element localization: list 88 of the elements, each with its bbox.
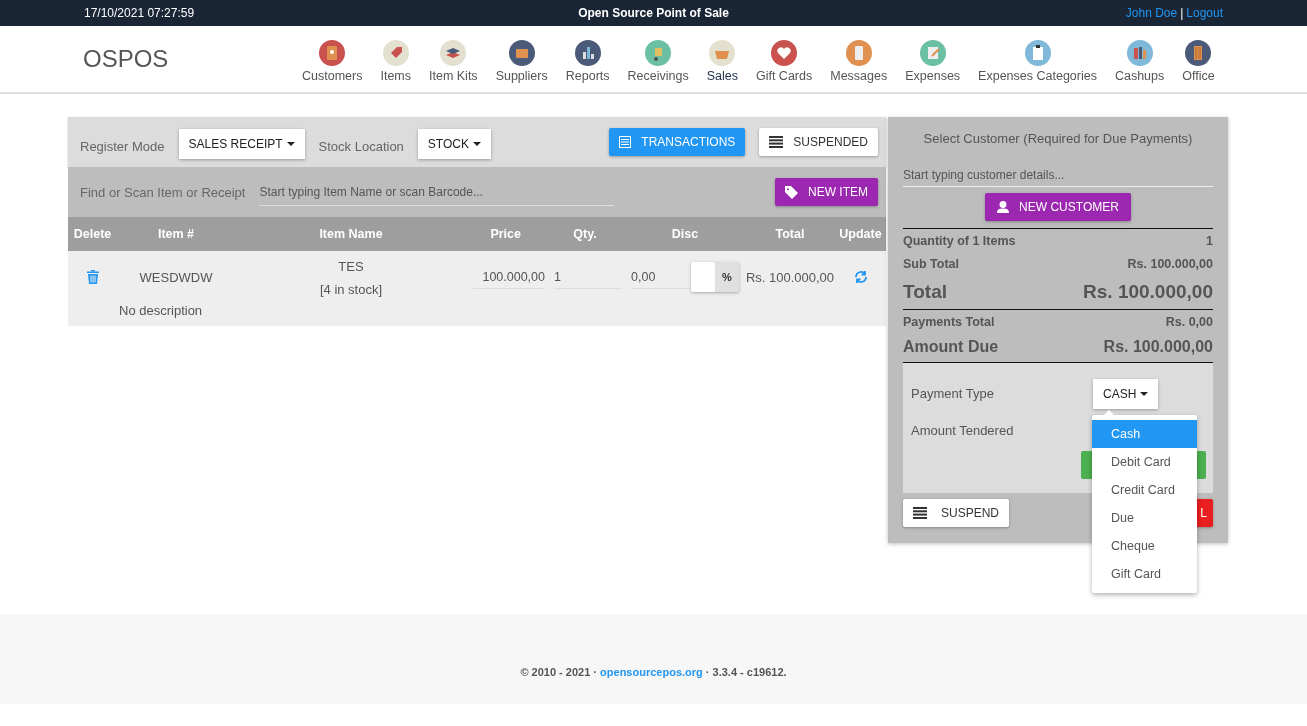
- suspend-button[interactable]: SUSPEND: [903, 499, 1009, 527]
- column-header: Disc: [670, 227, 700, 241]
- bar-chart-icon: [574, 39, 601, 66]
- clipboard-icon: [1024, 39, 1051, 66]
- briefcase-icon: [508, 39, 535, 66]
- nav-item[interactable]: Customers: [293, 35, 372, 83]
- nav-item[interactable]: Gift Cards: [746, 35, 822, 83]
- tag-icon: [785, 185, 798, 199]
- search-label: Find or Scan Item or Receipt: [80, 184, 246, 200]
- suspended-button[interactable]: SUSPENDED: [759, 128, 878, 156]
- list-icon: [913, 507, 927, 519]
- item-name: TES: [338, 259, 364, 274]
- menu-option[interactable]: Cheque: [1092, 531, 1197, 560]
- menu-option[interactable]: Debit Card: [1092, 447, 1197, 476]
- trash-icon[interactable]: [86, 270, 99, 284]
- table-icon: [619, 136, 632, 148]
- list-icon: [769, 136, 784, 148]
- user-link[interactable]: John Doe: [1125, 6, 1178, 20]
- stock-location-dropdown[interactable]: STOCK: [417, 129, 491, 159]
- nav-item[interactable]: Item Kits: [420, 35, 487, 83]
- summary-label: Sub Total: [903, 257, 959, 271]
- item-description: No description: [119, 303, 203, 318]
- person-icon: [997, 201, 1010, 213]
- table-cell-text: WESDWDW: [138, 268, 214, 287]
- menu-option[interactable]: Gift Card: [1092, 559, 1197, 588]
- column-header: Price: [489, 227, 522, 241]
- summary-value: Rs. 100.000,00: [1127, 257, 1213, 271]
- summary-label: Quantity of 1 Items: [903, 234, 1016, 248]
- register-mode-label: Register Mode: [80, 137, 165, 154]
- summary-value: 1: [1206, 234, 1213, 248]
- basket-icon: [709, 39, 736, 66]
- register-mode-dropdown[interactable]: SALES RECEIPT: [178, 129, 305, 159]
- stock-count: [4 in stock]: [319, 282, 383, 297]
- notebook-icon: [319, 39, 346, 66]
- date-time: 17/10/2021 07:27:59: [84, 6, 196, 20]
- caret-icon: [286, 142, 295, 146]
- nav-item[interactable]: Cashups: [1105, 35, 1174, 83]
- nav-item[interactable]: Office: [1173, 35, 1224, 83]
- amount-tendered-label: Amount Tendered: [911, 423, 1015, 438]
- summary-value: Rs. 100.000,00: [1083, 281, 1213, 303]
- price-field[interactable]: 100.000,00: [473, 265, 545, 289]
- table-cell-text: Rs. 100.000,00: [745, 268, 835, 287]
- new-customer-button[interactable]: NEW CUSTOMER: [985, 193, 1131, 221]
- column-header: Item #: [156, 227, 196, 241]
- menu-option[interactable]: Credit Card: [1092, 475, 1197, 504]
- logo[interactable]: OSPOS: [83, 45, 293, 73]
- nav-item[interactable]: Reports: [556, 35, 619, 83]
- stock-location-label: Stock Location: [318, 137, 404, 154]
- summary-value: Rs. 0,00: [1165, 315, 1213, 329]
- caret-icon: [1140, 391, 1149, 396]
- quantity-field[interactable]: 1: [554, 265, 622, 289]
- door-icon: [1185, 39, 1212, 66]
- separator: |: [1180, 6, 1184, 20]
- column-header: Item Name: [318, 227, 384, 241]
- customer-title: Select Customer (Required for Due Payments): [922, 131, 1194, 146]
- item-search-field[interactable]: Start typing Item Name or scan Barcode...: [259, 178, 615, 206]
- nav-item[interactable]: Messages: [821, 35, 897, 83]
- nav-item[interactable]: Sales: [697, 35, 747, 83]
- app-title: Open Source Point of Sale: [578, 6, 729, 20]
- notepad-icon: [919, 39, 946, 66]
- logout-link[interactable]: Logout: [1186, 6, 1223, 20]
- phone-icon: [845, 39, 872, 66]
- nav-item[interactable]: Expenses Categories: [969, 35, 1106, 83]
- summary-label: Amount Due: [903, 338, 999, 356]
- footer-text: © 2010 - 2021 · opensourcepos.org · 3.3.4 - c19612.: [520, 666, 787, 678]
- menu-option[interactable]: Due: [1092, 503, 1197, 532]
- caret-icon: [473, 142, 481, 146]
- refresh-icon[interactable]: [853, 270, 868, 284]
- new-item-button[interactable]: NEW ITEM: [775, 178, 878, 206]
- column-header: Delete: [72, 227, 113, 241]
- tag-icon: [382, 39, 409, 66]
- discount-type-toggle[interactable]: %: [691, 262, 739, 292]
- column-header: Update: [838, 227, 883, 241]
- books-icon: [1126, 39, 1153, 66]
- nav-item[interactable]: Receivings: [618, 35, 698, 83]
- nav-item[interactable]: Expenses: [896, 35, 970, 83]
- customer-search-field[interactable]: Start typing customer details...: [903, 164, 1213, 187]
- column-header: Qty.: [572, 227, 598, 241]
- summary-value: Rs. 100.000,00: [1103, 338, 1213, 356]
- summary-label: Payments Total: [903, 315, 995, 329]
- payment-type-dropdown[interactable]: CASH: [1093, 378, 1159, 409]
- summary-label: Total: [903, 281, 947, 303]
- hand-truck-icon: [645, 39, 672, 66]
- nav-item[interactable]: Items: [371, 35, 420, 83]
- payment-type-label: Payment Type: [911, 386, 995, 401]
- nav-item[interactable]: Suppliers: [486, 35, 557, 83]
- layers-icon: [440, 39, 467, 66]
- column-header: Total: [774, 227, 806, 241]
